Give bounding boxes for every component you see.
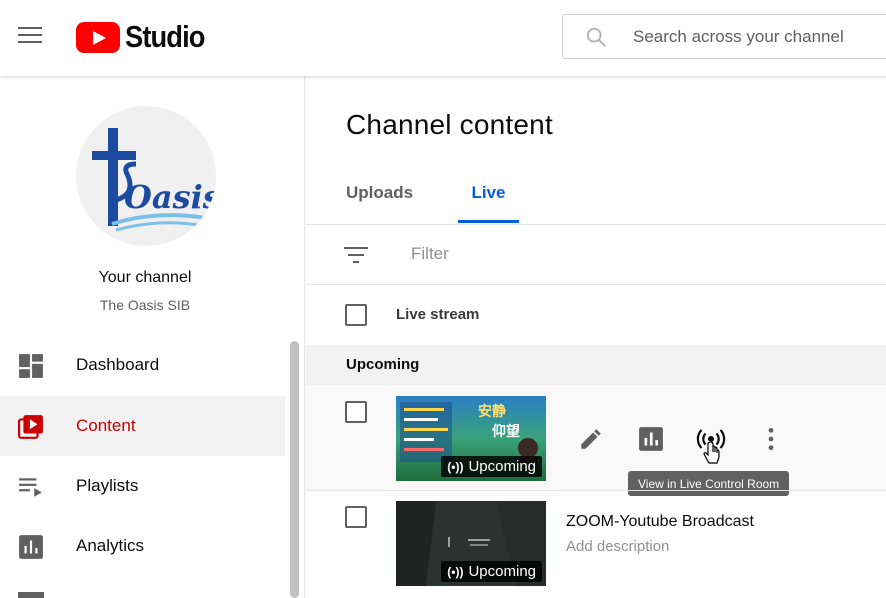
video-thumbnail[interactable]: (•)) Upcoming <box>396 501 546 586</box>
playlists-icon <box>19 478 42 497</box>
logo-text: Studio <box>125 19 205 54</box>
search-box[interactable] <box>562 14 886 59</box>
filter-divider <box>306 284 886 285</box>
video-description[interactable]: Add description <box>566 538 669 555</box>
analytics-icon <box>19 535 43 559</box>
tab-uploads[interactable]: Uploads <box>346 183 413 223</box>
row-divider <box>306 490 886 491</box>
sidebar-item-analytics[interactable]: Analytics <box>0 516 285 576</box>
live-broadcast-icon: (•)) <box>447 564 464 579</box>
oasis-logo-icon: Oasis <box>76 106 216 246</box>
dashboard-icon <box>19 354 43 378</box>
column-header-live-stream[interactable]: Live stream <box>396 306 479 323</box>
filter-input[interactable] <box>411 244 711 264</box>
svg-text:仰望: 仰望 <box>492 423 520 440</box>
badge-label: Upcoming <box>468 458 536 475</box>
sidebar: Oasis Your channel The Oasis SIB Dashboa… <box>0 76 305 598</box>
studio-header: Studio <box>0 0 886 76</box>
main-content: Channel content Uploads Live Live stream… <box>306 76 886 598</box>
tooltip-live-control-room: View in Live Control Room <box>628 471 790 496</box>
menu-icon[interactable] <box>18 27 44 47</box>
youtube-play-icon <box>76 21 120 53</box>
sidebar-item-label: Playlists <box>76 476 139 495</box>
avatar[interactable]: Oasis <box>76 106 216 246</box>
sidebar-item-dashboard[interactable]: Dashboard <box>0 335 285 395</box>
row-checkbox[interactable] <box>345 506 367 528</box>
channel-label: Your channel <box>98 269 192 286</box>
hand-cursor-icon <box>703 442 720 464</box>
sidebar-item-playlists[interactable]: Playlists <box>0 456 285 516</box>
search-input[interactable] <box>633 25 886 49</box>
active-tab-indicator <box>458 220 519 223</box>
section-header-upcoming: Upcoming <box>306 345 886 385</box>
upcoming-badge: (•)) Upcoming <box>441 456 542 477</box>
svg-text:Oasis: Oasis <box>124 178 216 216</box>
content-icon <box>18 415 43 439</box>
tabs-divider <box>306 224 886 225</box>
tab-live[interactable]: Live <box>458 183 519 223</box>
sidebar-item-label: Analytics <box>76 536 145 555</box>
more-options-icon[interactable] <box>758 426 784 452</box>
video-title[interactable]: ZOOM-Youtube Broadcast <box>566 513 754 531</box>
badge-label: Upcoming <box>468 563 536 580</box>
sidebar-scrollbar[interactable] <box>290 341 299 598</box>
analytics-icon[interactable] <box>638 426 664 452</box>
section-label: Upcoming <box>346 356 420 373</box>
channel-name: The Oasis SIB <box>99 297 191 313</box>
sidebar-item-label: Content <box>76 416 136 435</box>
row-checkbox[interactable] <box>345 401 367 423</box>
filter-icon[interactable] <box>344 245 368 265</box>
live-broadcast-icon: (•)) <box>447 459 464 474</box>
select-all-checkbox[interactable] <box>345 304 367 326</box>
upcoming-badge: (•)) Upcoming <box>441 561 542 582</box>
video-thumbnail[interactable]: 安静 仰望 (•)) Upcoming <box>396 396 546 481</box>
next-nav-icon-partial <box>18 592 44 598</box>
studio-logo[interactable]: Studio <box>76 19 215 54</box>
edit-icon[interactable] <box>578 426 604 452</box>
search-icon <box>586 27 606 47</box>
sidebar-item-label: Dashboard <box>76 355 160 374</box>
svg-text:安静: 安静 <box>478 403 506 420</box>
sidebar-item-content[interactable]: Content <box>0 396 285 456</box>
page-title: Channel content <box>346 109 553 140</box>
